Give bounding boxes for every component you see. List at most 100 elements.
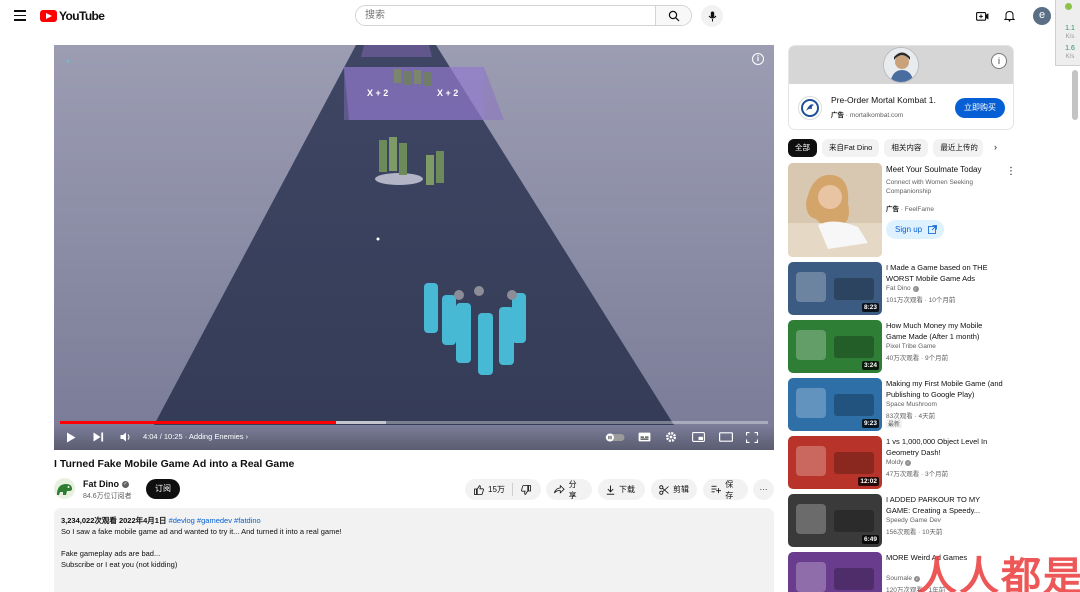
recommendation-item[interactable]: 9:23 Making my First Mobile Game (and Pub… (788, 378, 1028, 433)
dislike-button[interactable] (513, 479, 539, 500)
sidebar-ad-title[interactable]: Meet Your Soulmate Today (886, 165, 981, 174)
view-count-date: 3,234,022次观看 2022年4月1日 (61, 516, 167, 525)
settings-button[interactable] (665, 429, 677, 445)
play-button[interactable] (66, 429, 76, 445)
autoplay-toggle[interactable] (605, 429, 625, 445)
recommendation-item[interactable]: 6:49 I ADDED PARKOUR TO MY GAME: Creating… (788, 494, 1028, 549)
page-scrollbar[interactable] (1072, 70, 1078, 120)
video-thumbnail[interactable]: 6:49 (788, 494, 882, 547)
voice-search-button[interactable] (701, 5, 723, 27)
duration-badge: 9:23 (861, 419, 879, 428)
theater-mode-button[interactable] (719, 429, 733, 445)
info-icon[interactable]: i (752, 53, 764, 65)
channel-avatar[interactable] (54, 478, 75, 499)
recommendation-channel-row: Moldy ✓ (886, 459, 912, 466)
companion-ad[interactable]: i Pre-Order Mortal Kombat 1. 广告 · mortal… (788, 45, 1014, 130)
video-thumbnail[interactable]: 3:24 (788, 320, 882, 373)
verified-icon: ✓ (905, 459, 912, 466)
save-seg: 保存 (703, 479, 748, 500)
recommendation-channel[interactable]: Moldy (886, 459, 903, 466)
ad-banner[interactable]: i (789, 46, 1013, 84)
progress-bar[interactable] (60, 421, 768, 424)
save-button[interactable]: 保存 (703, 479, 748, 500)
duration: 10:25 (163, 432, 183, 441)
search-input[interactable] (356, 6, 655, 25)
download-button[interactable]: 下载 (598, 479, 645, 500)
miniplayer-button[interactable] (692, 429, 705, 445)
duration-badge: 3:24 (861, 361, 879, 370)
recommendation-title[interactable]: 1 vs 1,000,000 Object Level In Geometry … (886, 436, 1004, 458)
more-actions-button[interactable]: ··· (753, 479, 774, 500)
description-box[interactable]: 3,234,022次观看 2022年4月1日 #devlog #gamedev … (54, 508, 774, 592)
playlist-add-icon (711, 485, 722, 494)
subtitles-icon (638, 432, 651, 442)
network-speed-widget: 1.1 K/s 1.6 K/s (1055, 0, 1080, 66)
recommendation-item[interactable]: 8:23 I Made a Game based on THE WORST Mob… (788, 262, 1028, 317)
sidebar-ad[interactable]: Meet Your Soulmate Today Connect with Wo… (788, 163, 1018, 258)
search-button[interactable] (655, 6, 691, 25)
recommendation-channel[interactable]: Sournale (886, 575, 912, 582)
clip-label: 剪辑 (673, 485, 689, 494)
thumbs-up-icon (474, 484, 484, 495)
fullscreen-button[interactable] (746, 429, 758, 445)
sidebar-ad-thumbnail[interactable] (788, 163, 882, 257)
recommendation-channel[interactable]: Fat Dino (886, 285, 911, 292)
progress-played (60, 421, 337, 424)
hashtags[interactable]: #devlog #gamedev #fatdino (169, 516, 261, 525)
miniplayer-icon (692, 432, 705, 442)
clip-button[interactable]: 剪辑 (651, 479, 697, 500)
channel-name-row[interactable]: Fat Dino ✓ (83, 479, 129, 489)
share-label: 分享 (568, 479, 577, 500)
recommendation-item[interactable]: 3:24 How Much Money my Mobile Game Made (… (788, 320, 1028, 375)
download-seg: 下载 (598, 479, 643, 500)
video-thumbnail[interactable]: 9:23 (788, 378, 882, 431)
upload-speed: 1.1 K/s (1065, 25, 1075, 40)
recommendation-item[interactable]: 12:02 1 vs 1,000,000 Object Level In Geom… (788, 436, 1028, 491)
autoplay-icon (605, 433, 625, 441)
ad-info-icon[interactable]: i (991, 53, 1007, 69)
share-seg: 分享 (546, 479, 592, 500)
sidebar-ad-label: 广告 (886, 206, 899, 213)
like-button[interactable]: 15万 (465, 479, 512, 500)
recommendation-channel[interactable]: Space Mushroom (886, 401, 937, 408)
subtitles-button[interactable] (638, 429, 651, 445)
chip-related[interactable]: 相关内容 (884, 139, 929, 157)
channel-name[interactable]: Fat Dino (83, 479, 119, 489)
ad-buy-button[interactable]: 立即购买 (955, 98, 1005, 118)
mute-button[interactable] (120, 429, 132, 445)
signup-button[interactable]: Sign up (886, 220, 944, 239)
recommendation-channel-row: Fat Dino ✓ (886, 285, 919, 292)
gate-label-left: X + 2 (367, 88, 388, 98)
chip-all[interactable]: 全部 (788, 139, 817, 157)
chapter-title[interactable]: Adding Enemies (189, 432, 244, 441)
recommendation-title[interactable]: Making my First Mobile Game (and Publish… (886, 378, 1004, 400)
share-button[interactable]: 分享 (546, 479, 592, 500)
recommendation-title[interactable]: I ADDED PARKOUR TO MY GAME: Creating a S… (886, 494, 1004, 516)
subscribe-button[interactable]: 订阅 (146, 479, 180, 499)
like-count: 15万 (488, 485, 505, 494)
recommendation-channel[interactable]: Pixel Tribe Game (886, 343, 936, 350)
chip-recent[interactable]: 最近上传的 (933, 139, 984, 157)
next-button[interactable] (93, 429, 104, 445)
youtube-logo[interactable]: YouTube (40, 9, 105, 23)
chip-from-channel[interactable]: 来自Fat Dino (822, 139, 880, 157)
create-button[interactable] (974, 8, 990, 24)
notifications-button[interactable] (1001, 8, 1017, 24)
ad-title[interactable]: Pre-Order Mortal Kombat 1. (831, 95, 946, 105)
video-thumbnail[interactable]: 12:02 (788, 436, 882, 489)
recommendation-title[interactable]: How Much Money my Mobile Game Made (Afte… (886, 320, 1004, 342)
account-avatar[interactable]: e (1033, 7, 1051, 25)
more-options-icon[interactable]: ⋮ (1006, 166, 1016, 177)
youtube-play-icon (40, 10, 57, 22)
thumbs-down-icon (521, 484, 531, 495)
menu-icon[interactable] (10, 7, 30, 25)
chevron-right-icon[interactable]: › (994, 142, 997, 152)
sidebar-ad-advertiser-row: 广告 · FeelFame (886, 206, 935, 213)
recommendation-channel-row: Sournale ✓ (886, 575, 921, 582)
recommendation-title[interactable]: I Made a Game based on THE WORST Mobile … (886, 262, 1004, 284)
recommendation-channel[interactable]: Speedy Game Dev (886, 517, 941, 524)
signup-label: Sign up (895, 225, 923, 234)
video-thumbnail[interactable] (788, 552, 882, 592)
video-thumbnail[interactable]: 8:23 (788, 262, 882, 315)
video-player[interactable]: X + 2 X + 2 i 4:04 / 10:25 · Adding Enem… (54, 45, 774, 450)
